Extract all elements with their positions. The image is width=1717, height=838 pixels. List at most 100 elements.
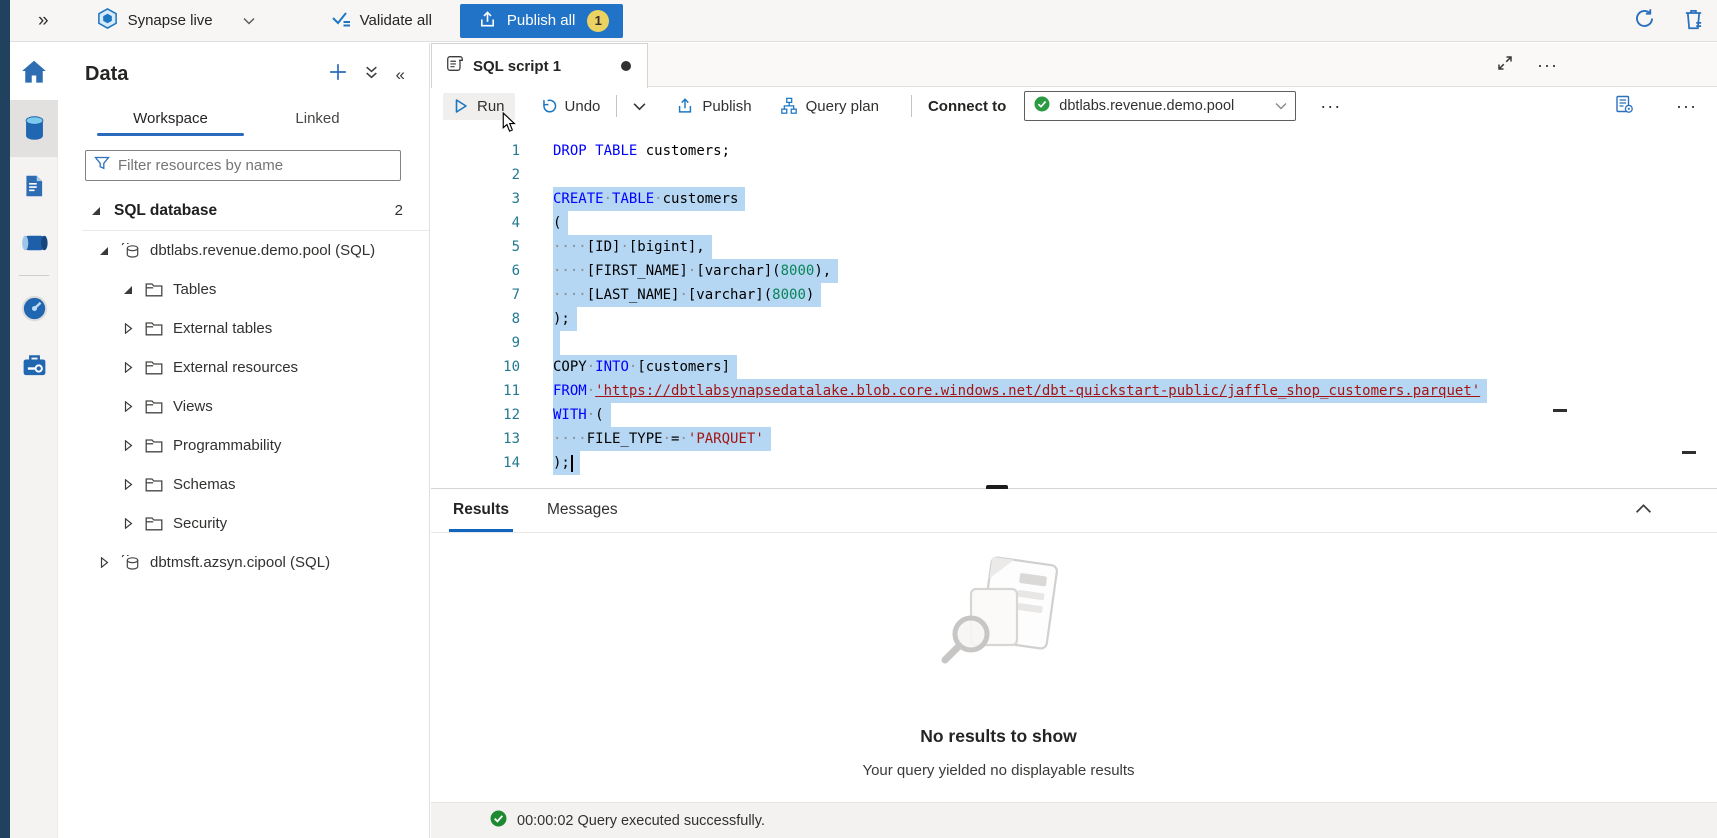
code-line[interactable]: 9	[431, 331, 1717, 355]
query-plan-button[interactable]: Query plan	[770, 92, 889, 120]
code-line[interactable]: 5····[ID]·[bigint],	[431, 235, 1717, 259]
filter-resources-input[interactable]	[118, 157, 378, 174]
tree-item[interactable]: Programmability	[58, 426, 429, 465]
code-line[interactable]: 7····[LAST_NAME]·[varchar](8000)	[431, 283, 1717, 307]
expander-open-icon	[91, 206, 101, 216]
line-number: 4	[431, 211, 520, 235]
discard-trash-icon[interactable]	[1682, 7, 1705, 36]
expander-closed-icon[interactable]	[120, 518, 136, 529]
nav-develop[interactable]	[10, 157, 58, 214]
tree-item[interactable]: Security	[58, 504, 429, 543]
line-number: 14	[431, 451, 520, 475]
run-options-chevron[interactable]	[623, 97, 656, 116]
nav-home[interactable]	[10, 43, 58, 100]
left-edge-strip	[0, 0, 10, 838]
code-line[interactable]: 13····FILE_TYPE·=·'PARQUET'	[431, 427, 1717, 451]
tab-results[interactable]: Results	[449, 501, 513, 532]
filter-resources-box[interactable]	[85, 150, 401, 181]
line-number: 10	[431, 355, 520, 379]
expander-open-icon[interactable]	[88, 206, 104, 216]
collapse-results-chevron-icon[interactable]	[1635, 501, 1652, 519]
validate-check-icon	[330, 7, 352, 34]
expander-closed-icon[interactable]	[120, 362, 136, 373]
expander-closed-icon[interactable]	[120, 401, 136, 412]
tree-item[interactable]: Schemas	[58, 465, 429, 504]
code-text-selected: ····[ID]·[bigint],	[553, 235, 712, 259]
toolbar-more-actions-icon[interactable]: ···	[1320, 101, 1341, 111]
folder-icon	[145, 438, 163, 453]
collapse-panel-icon[interactable]: «	[396, 65, 405, 85]
code-line[interactable]: 10COPY·INTO·[customers]	[431, 355, 1717, 379]
expand-nav-icon[interactable]: »	[38, 10, 49, 32]
tab-workspace[interactable]: Workspace	[97, 102, 244, 136]
tab-more-actions-icon[interactable]: ···	[1537, 60, 1558, 70]
expander-open-icon[interactable]	[96, 246, 112, 256]
nav-integrate[interactable]	[10, 214, 58, 271]
chevron-down-icon	[1275, 97, 1287, 115]
code-text-selected: ····[LAST_NAME]·[varchar](8000)	[553, 283, 821, 307]
code-line[interactable]: 3CREATE·TABLE·customers	[431, 187, 1717, 211]
add-resource-icon[interactable]	[329, 63, 347, 86]
undo-button[interactable]: Undo	[529, 92, 611, 120]
nav-manage[interactable]	[10, 337, 58, 394]
expander-closed-icon	[123, 401, 133, 412]
editor-more-actions-icon[interactable]: ···	[1676, 101, 1697, 111]
code-line[interactable]: 8);	[431, 307, 1717, 331]
expander-closed-icon[interactable]	[120, 479, 136, 490]
tab-linked[interactable]: Linked	[244, 102, 391, 136]
top-command-bar: » Synapse live Validate all Publish all …	[10, 0, 1717, 42]
code-line[interactable]: 14);	[431, 451, 1717, 475]
gauge-icon	[20, 294, 49, 323]
validate-all-button[interactable]: Validate all	[330, 7, 432, 34]
tab-title: SQL script 1	[473, 58, 561, 75]
code-line[interactable]: 11FROM·'https://dbtlabsynapsedatalake.bl…	[431, 379, 1717, 403]
pool-selector-dropdown[interactable]: dbtlabs.revenue.demo.pool	[1024, 91, 1296, 121]
nav-data[interactable]	[10, 100, 58, 157]
expander-closed-icon[interactable]	[120, 323, 136, 334]
run-button[interactable]: Run	[443, 93, 515, 120]
tree-item[interactable]: SQL database2	[58, 191, 429, 230]
tree-item[interactable]: dbtmsft.azsyn.cipool (SQL)	[58, 543, 429, 582]
collapse-all-icon[interactable]	[364, 65, 379, 85]
expand-editor-icon[interactable]	[1497, 55, 1513, 76]
no-results-title: No results to show	[431, 726, 1566, 747]
folder-icon	[145, 399, 163, 414]
code-text-selected: (	[553, 211, 568, 235]
expander-closed-icon	[123, 518, 133, 529]
synapse-studio-window: » Synapse live Validate all Publish all …	[0, 0, 1717, 838]
refresh-icon[interactable]	[1633, 7, 1656, 35]
code-text-selected: WITH·(	[553, 403, 611, 427]
code-line[interactable]: 12WITH·(	[431, 403, 1717, 427]
code-line[interactable]: 4(	[431, 211, 1717, 235]
tree-item[interactable]: External resources	[58, 348, 429, 387]
tree-item-label: dbtmsft.azsyn.cipool (SQL)	[150, 554, 330, 571]
sql-code-editor[interactable]: 1DROP TABLE customers;23CREATE·TABLE·cus…	[431, 124, 1717, 488]
expander-open-icon[interactable]	[120, 285, 136, 295]
publish-count-badge: 1	[587, 10, 609, 32]
publish-upload-icon	[676, 97, 694, 115]
chevron-down-icon[interactable]	[243, 12, 255, 30]
expander-closed-icon[interactable]	[120, 440, 136, 451]
code-line[interactable]: 2	[431, 163, 1717, 187]
line-number: 6	[431, 259, 520, 283]
tab-messages[interactable]: Messages	[543, 501, 622, 532]
tree-item[interactable]: Views	[58, 387, 429, 426]
expander-closed-icon	[99, 557, 109, 568]
code-line[interactable]: 6····[FIRST_NAME]·[varchar](8000),	[431, 259, 1717, 283]
results-empty-state: No results to show Your query yielded no…	[431, 549, 1566, 779]
environment-selector[interactable]: Synapse live	[96, 7, 255, 35]
tree-item[interactable]: dbtlabs.revenue.demo.pool (SQL)	[58, 231, 429, 270]
publish-all-button[interactable]: Publish all 1	[460, 4, 623, 38]
play-icon	[453, 98, 469, 114]
properties-icon[interactable]	[1614, 94, 1634, 119]
nav-monitor[interactable]	[10, 280, 58, 337]
sql-pool-icon	[121, 554, 140, 571]
tree-item-label: External tables	[173, 320, 272, 337]
tree-item[interactable]: Tables	[58, 270, 429, 309]
query-status-bar: 00:00:02 Query executed successfully.	[431, 802, 1717, 838]
tab-sql-script-1[interactable]: SQL script 1	[431, 43, 648, 88]
code-line[interactable]: 1DROP TABLE customers;	[431, 139, 1717, 163]
publish-button[interactable]: Publish	[666, 92, 761, 120]
expander-closed-icon[interactable]	[96, 557, 112, 568]
tree-item[interactable]: External tables	[58, 309, 429, 348]
